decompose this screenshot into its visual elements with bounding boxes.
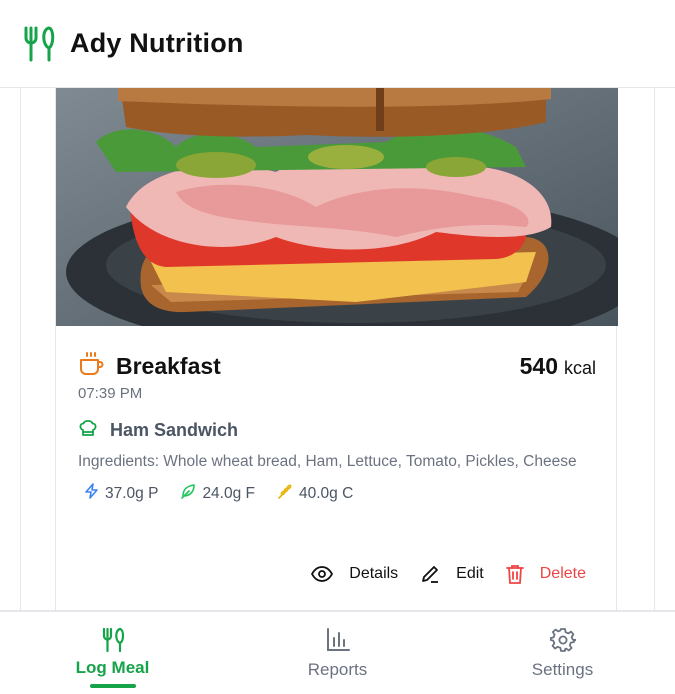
fat-value: 24.0g F: [202, 484, 255, 502]
meal-type-group: Breakfast: [78, 351, 221, 382]
meal-time: 07:39 PM: [78, 385, 143, 402]
wheat-icon: [277, 483, 293, 504]
protein-value: 37.0g P: [105, 484, 159, 502]
utensils-icon: [101, 626, 125, 654]
meal-card: Breakfast 540 kcal 07:39 PM Ham Sandwich…: [55, 88, 618, 610]
meal-photo: [56, 88, 618, 326]
delete-button[interactable]: Delete: [505, 564, 586, 584]
coffee-cup-icon: [78, 351, 104, 382]
calorie-unit: kcal: [563, 357, 596, 378]
macro-carbs: 40.0g C: [271, 483, 353, 504]
tab-log-meal[interactable]: Log Meal: [0, 612, 225, 694]
app-title: Ady Nutrition: [70, 28, 244, 58]
edit-button[interactable]: Edit: [420, 564, 484, 584]
meal-feed[interactable]: Breakfast 540 kcal 07:39 PM Ham Sandwich…: [0, 88, 675, 610]
meal-actions: Details Edit Delete: [289, 564, 586, 584]
macro-protein: 37.0g P: [78, 483, 158, 504]
calorie-value: 540: [519, 352, 558, 379]
meal-header: Breakfast 540 kcal: [78, 349, 596, 383]
bottom-nav: Log Meal Reports Settings: [0, 610, 675, 694]
food-item: Ham Sandwich: [78, 418, 596, 443]
carbs-value: 40.0g C: [299, 484, 354, 502]
details-label: Details: [349, 565, 399, 582]
delete-label: Delete: [539, 565, 586, 582]
macro-summary: 37.0g P 24.0g F 40.0g C: [78, 483, 596, 504]
app-header: Ady Nutrition: [0, 0, 675, 88]
feed-column: Breakfast 540 kcal 07:39 PM Ham Sandwich…: [20, 88, 655, 610]
edit-label: Edit: [456, 565, 484, 582]
leaf-icon: [180, 483, 196, 504]
utensils-icon: [22, 24, 58, 64]
tab-label: Reports: [307, 660, 368, 679]
food-name: Ham Sandwich: [110, 420, 239, 440]
bar-chart-icon: [325, 626, 351, 654]
active-tab-indicator: [89, 684, 136, 688]
macro-fat: 24.0g F: [174, 483, 255, 504]
calorie-total: 540 kcal: [520, 353, 596, 380]
tab-settings[interactable]: Settings: [450, 612, 675, 694]
tab-label: Log Meal: [75, 658, 150, 677]
meal-details: Breakfast 540 kcal 07:39 PM Ham Sandwich…: [78, 349, 596, 504]
meal-type: Breakfast: [116, 352, 221, 379]
chef-hat-icon: [78, 418, 98, 443]
lightning-icon: [84, 483, 99, 504]
tab-label: Settings: [531, 660, 594, 679]
ingredients-text: Ingredients: Whole wheat bread, Ham, Let…: [78, 453, 577, 470]
tab-reports[interactable]: Reports: [225, 612, 450, 694]
details-button[interactable]: Details: [311, 565, 398, 583]
gear-icon: [549, 626, 576, 654]
